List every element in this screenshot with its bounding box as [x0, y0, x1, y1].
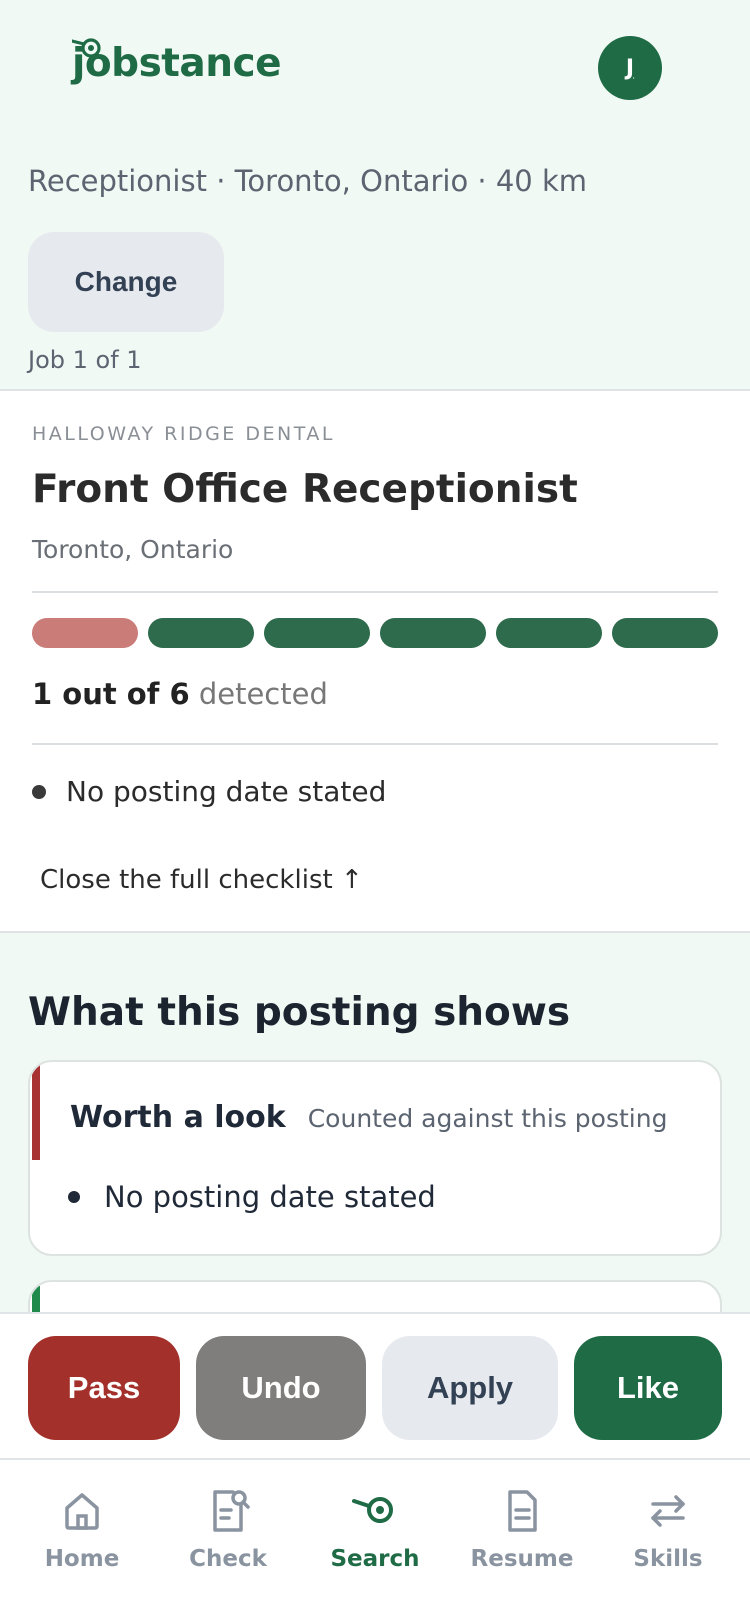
list-item: No posting date stated	[68, 1180, 436, 1214]
card-label: Worth a look	[70, 1100, 286, 1135]
bullet-icon	[68, 1191, 80, 1203]
nav-item-label: Check	[189, 1546, 267, 1572]
nav-item-label: Home	[44, 1546, 120, 1572]
checklist-bar-clear	[496, 618, 602, 648]
worth-a-look-card: Worth a look Counted against this postin…	[28, 1060, 722, 1256]
section-title: What this posting shows	[28, 990, 571, 1035]
flag-item: No posting date stated	[32, 775, 386, 808]
avatar[interactable]: J	[598, 36, 662, 100]
detected-count: 1 out of 6	[32, 677, 190, 711]
checklist-bar-clear	[612, 618, 718, 648]
nav-item-check[interactable]: Check	[163, 1486, 293, 1596]
company-name: HALLOWAY RIDGE DENTAL	[32, 423, 335, 445]
card-header: Worth a look Counted against this postin…	[70, 1100, 667, 1135]
detected-suffix: detected	[198, 677, 328, 711]
flag-text: No posting date stated	[66, 775, 387, 808]
checklist-bar-clear	[148, 618, 254, 648]
pass-button[interactable]: Pass	[28, 1336, 180, 1440]
bullet-icon	[32, 784, 46, 799]
card-subtitle: Counted against this posting	[307, 1104, 668, 1133]
action-bar: Pass Undo Apply Like	[0, 1312, 750, 1460]
search-target-icon	[352, 1497, 393, 1523]
nav-item-label: Resume	[470, 1546, 574, 1572]
job-card: HALLOWAY RIDGE DENTAL Front Office Recep…	[0, 389, 750, 933]
close-checklist-link[interactable]: Close the full checklist ↑	[40, 865, 363, 895]
nav-item-home[interactable]: Home	[17, 1486, 147, 1596]
document-search-icon	[213, 1490, 250, 1532]
detected-summary: 1 out of 6 detected	[32, 677, 328, 711]
job-title: Front Office Receptionist	[32, 467, 578, 512]
checklist-bar-clear	[264, 618, 370, 648]
nav-item-search[interactable]: Search	[310, 1486, 440, 1596]
nav-item-resume[interactable]: Resume	[457, 1486, 587, 1596]
apply-button[interactable]: Apply	[382, 1336, 558, 1440]
logo[interactable]: jobstance	[72, 36, 282, 92]
checklist-progress	[32, 618, 718, 648]
undo-button[interactable]: Undo	[196, 1336, 366, 1440]
card-accent	[32, 1064, 40, 1160]
logo-pin-icon	[72, 38, 101, 58]
divider	[32, 743, 718, 745]
home-icon	[65, 1493, 99, 1530]
job-location: Toronto, Ontario	[32, 535, 234, 564]
list-item-text: No posting date stated	[104, 1180, 436, 1214]
document-icon	[508, 1490, 537, 1532]
job-counter: Job 1 of 1	[28, 346, 142, 374]
nav-item-label: Search	[330, 1546, 420, 1572]
app-header: jobstance J	[0, 0, 750, 140]
checklist-bar-clear	[380, 618, 486, 648]
nav-item-skills[interactable]: Skills	[603, 1486, 733, 1596]
nav-item-label: Skills	[633, 1546, 703, 1572]
checklist-bar-detected	[32, 618, 138, 648]
like-button[interactable]: Like	[574, 1336, 722, 1440]
swap-arrows-icon	[651, 1495, 685, 1527]
change-search-button[interactable]: Change	[28, 232, 224, 332]
divider	[32, 591, 718, 593]
search-summary: Receptionist · Toronto, Ontario · 40 km	[28, 164, 588, 198]
bottom-nav: Home Check Search Resume Skills	[0, 1460, 750, 1624]
